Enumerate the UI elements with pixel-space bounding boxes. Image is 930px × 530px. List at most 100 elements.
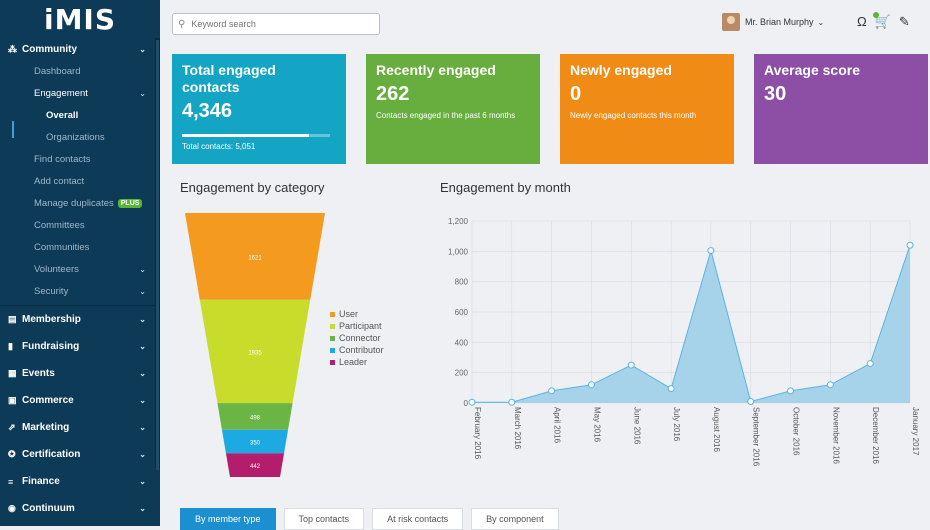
- nav-commerce[interactable]: ▣ Commerce ⌄: [0, 387, 160, 414]
- nav-marketing[interactable]: ⇗ Marketing ⌄: [0, 414, 160, 441]
- tab-top-contacts[interactable]: Top contacts: [283, 508, 365, 530]
- funnel-value-label: 442: [250, 464, 261, 470]
- nav-volunteers[interactable]: Volunteers ⌄: [0, 258, 160, 280]
- legend-label-connector: Connector: [339, 333, 381, 343]
- commerce-icon: ▣: [8, 395, 17, 405]
- search-box[interactable]: ⚲: [172, 13, 380, 35]
- nav-certification[interactable]: ✪ Certification ⌄: [0, 441, 160, 468]
- topbar: ⚲ Mr. Brian Murphy ⌄ Ω 🛒 ✎: [160, 0, 930, 46]
- active-indicator: [12, 121, 14, 138]
- sidebar: iMIS ⁂ Community ⌄ Dashboard Engagement ⌄…: [0, 0, 160, 526]
- nav-overall[interactable]: Overall: [0, 104, 160, 126]
- nav-communities[interactable]: Communities: [0, 236, 160, 258]
- nav-dashboard[interactable]: Dashboard: [0, 60, 160, 82]
- nav-organizations-label: Organizations: [46, 131, 105, 143]
- x-tick-label: February 2016: [473, 407, 482, 460]
- tab-bar: By member type Top contacts At risk cont…: [180, 508, 559, 530]
- card-title: Total engaged contacts: [182, 62, 276, 95]
- nav-organizations[interactable]: Organizations: [0, 126, 160, 148]
- legend-label-participant: Participant: [339, 321, 382, 331]
- chevron-down-icon: ⌄: [139, 369, 146, 378]
- support-icon[interactable]: Ω: [857, 14, 867, 30]
- x-tick-label: January 2017: [911, 407, 920, 456]
- nav-committees[interactable]: Committees: [0, 214, 160, 236]
- legend-label-contributor: Contributor: [339, 345, 384, 355]
- card-total-engaged[interactable]: Total engaged contacts 4,346 Total conta…: [172, 54, 346, 164]
- chevron-down-icon: ⌄: [139, 423, 146, 432]
- funnel-value-label: 1621: [248, 255, 262, 261]
- chevron-down-icon: ⌄: [139, 315, 146, 324]
- nav-dashboard-label: Dashboard: [34, 65, 81, 77]
- chevron-down-icon: ⌄: [139, 477, 146, 486]
- legend-swatch: [330, 312, 335, 317]
- edit-icon[interactable]: ✎: [899, 14, 910, 30]
- data-point: [866, 360, 874, 368]
- x-tick-label: October 2016: [792, 407, 801, 456]
- funnel-value-label: 498: [250, 415, 261, 421]
- nav-security[interactable]: Security ⌄: [0, 280, 160, 302]
- x-tick-label: August 2016: [712, 407, 721, 452]
- nav-commerce-label: Commerce: [22, 395, 74, 406]
- y-tick-label: 0: [464, 399, 469, 408]
- card-value: 0: [570, 83, 582, 105]
- x-tick-label: March 2016: [513, 407, 522, 450]
- nav-events[interactable]: ▦ Events ⌄: [0, 360, 160, 387]
- card-sub: Contacts engaged in the past 6 months: [376, 111, 516, 120]
- card-title: Recently engaged: [376, 62, 496, 78]
- nav-manage-duplicates[interactable]: Manage duplicates PLUS: [0, 192, 160, 214]
- x-tick-label: September 2016: [752, 407, 761, 467]
- nav-fundraising[interactable]: ▮ Fundraising ⌄: [0, 333, 160, 360]
- chevron-down-icon: ⌄: [817, 17, 825, 27]
- legend-swatch: [330, 324, 335, 329]
- x-tick-label: July 2016: [672, 407, 681, 442]
- nav-engagement[interactable]: Engagement ⌄: [0, 82, 160, 104]
- avatar: [722, 13, 740, 31]
- nav-communities-label: Communities: [34, 241, 90, 253]
- nav-community-label: Community: [22, 43, 77, 55]
- chevron-down-icon: ⌄: [139, 396, 146, 405]
- nav-add-contact[interactable]: Add contact: [0, 170, 160, 192]
- card-title: Newly engaged: [570, 62, 672, 78]
- tab-by-component[interactable]: By component: [471, 508, 559, 530]
- nav-manage-duplicates-label: Manage duplicates: [34, 197, 114, 209]
- tab-at-risk-contacts[interactable]: At risk contacts: [372, 508, 464, 530]
- card-average-score[interactable]: Average score 30: [754, 54, 928, 164]
- card-newly-engaged[interactable]: Newly engaged 0 Newly engaged contacts t…: [560, 54, 734, 164]
- y-tick-label: 600: [455, 308, 469, 317]
- nav-certification-label: Certification: [22, 449, 81, 460]
- legend-swatch: [330, 360, 335, 365]
- card-value: 30: [764, 83, 787, 105]
- nav-continuum[interactable]: ◉ Continuum ⌄: [0, 495, 160, 522]
- continuum-icon: ◉: [8, 503, 16, 513]
- data-point: [627, 361, 635, 369]
- legend-label-leader: Leader: [339, 357, 367, 367]
- nav-events-label: Events: [22, 368, 55, 379]
- chevron-down-icon: ⌄: [139, 88, 146, 98]
- legend-label-user: User: [339, 309, 358, 319]
- data-point: [747, 397, 755, 405]
- imis-logo: iMIS: [43, 2, 117, 36]
- certification-icon: ✪: [8, 449, 16, 459]
- month-heading: Engagement by month: [440, 180, 571, 195]
- search-input[interactable]: [189, 18, 374, 30]
- user-menu[interactable]: Mr. Brian Murphy ⌄: [722, 13, 824, 31]
- plus-badge: PLUS: [117, 198, 143, 208]
- finance-icon: ≡: [8, 476, 14, 487]
- y-tick-label: 200: [455, 369, 469, 378]
- nav-find-contacts[interactable]: Find contacts: [0, 148, 160, 170]
- nav-overall-label: Overall: [46, 109, 79, 121]
- data-point: [707, 247, 715, 255]
- nav-membership[interactable]: ▤ Membership ⌄: [0, 306, 160, 333]
- total-progress: [182, 134, 330, 137]
- chevron-down-icon: ⌄: [139, 286, 146, 296]
- nav-finance[interactable]: ≡ Finance ⌄: [0, 468, 160, 495]
- card-sub: Newly engaged contacts this month: [570, 111, 697, 120]
- card-recently-engaged[interactable]: Recently engaged 262 Contacts engaged in…: [366, 54, 540, 164]
- chevron-down-icon: ⌄: [139, 264, 146, 274]
- events-icon: ▦: [8, 368, 17, 378]
- data-point: [906, 241, 914, 249]
- chevron-down-icon: ⌄: [139, 342, 146, 351]
- sidebar-scroll-thumb[interactable]: [156, 40, 159, 470]
- tab-by-member-type[interactable]: By member type: [180, 508, 276, 530]
- nav-community[interactable]: ⁂ Community ⌄: [0, 38, 160, 60]
